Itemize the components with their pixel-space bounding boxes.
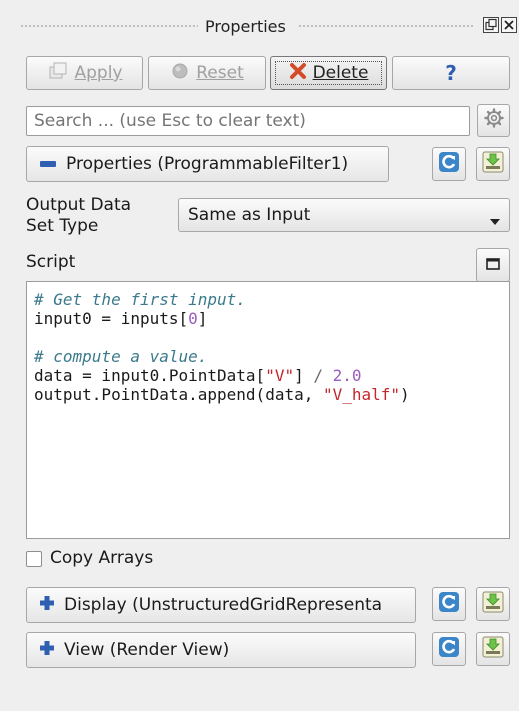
properties-save-defaults-button[interactable] xyxy=(476,147,510,181)
chevron-down-icon xyxy=(490,211,500,231)
minus-icon xyxy=(39,154,57,174)
script-token: output.PointData.append(data, xyxy=(34,385,323,404)
maximize-icon xyxy=(486,255,500,275)
download-icon xyxy=(482,591,504,618)
copy-arrays-label: Copy Arrays xyxy=(50,548,154,568)
panel-titlebar[interactable]: Properties xyxy=(0,0,519,44)
title-grip-left xyxy=(20,24,198,28)
reset-icon xyxy=(170,61,190,86)
search-input[interactable] xyxy=(26,106,470,136)
script-token xyxy=(323,366,333,385)
properties-section-toggle[interactable]: Properties (ProgrammableFilter1) xyxy=(26,146,389,182)
apply-label: Apply xyxy=(74,63,123,83)
plus-icon xyxy=(39,640,55,661)
script-line: # Get the first input. xyxy=(34,290,509,309)
display-restore-defaults-button[interactable] xyxy=(432,587,466,621)
float-panel-icon[interactable] xyxy=(483,17,499,33)
title-grip-right xyxy=(298,24,474,28)
output-data-set-type-select[interactable]: Same as Input xyxy=(178,198,510,232)
reset-label: Reset xyxy=(196,63,244,83)
reload-icon xyxy=(438,636,460,663)
script-line: data = input0.PointData["V"] / 2.0 xyxy=(34,366,509,385)
view-restore-defaults-button[interactable] xyxy=(432,632,466,666)
delete-button[interactable]: Delete xyxy=(270,56,387,90)
script-editor[interactable]: # Get the first input. input0 = inputs[0]… xyxy=(26,281,510,539)
script-label: Script xyxy=(26,252,76,272)
view-section-toggle[interactable]: View (Render View) xyxy=(26,632,416,668)
copy-arrays-checkbox[interactable] xyxy=(26,551,42,567)
script-token: # Get the first input. xyxy=(34,290,246,309)
delete-label: Delete xyxy=(312,63,369,83)
gear-icon xyxy=(483,107,505,134)
apply-button[interactable]: Apply xyxy=(26,56,143,90)
script-line: input0 = inputs[0] xyxy=(34,309,509,328)
close-panel-icon[interactable] xyxy=(501,17,517,33)
download-icon xyxy=(482,636,504,663)
script-maximize-button[interactable] xyxy=(476,248,510,282)
help-question-icon: ? xyxy=(445,61,457,85)
display-save-defaults-button[interactable] xyxy=(476,587,510,621)
delete-x-icon xyxy=(289,62,307,85)
display-section-label: Display (UnstructuredGridRepresenta xyxy=(64,595,383,615)
reload-icon xyxy=(438,591,460,618)
script-token: "V_half" xyxy=(322,385,401,404)
script-line: output.PointData.append(data, "V_half") xyxy=(34,385,509,404)
script-token: 2.0 xyxy=(332,366,362,385)
script-line: # compute a value. xyxy=(34,347,509,366)
script-token: ) xyxy=(400,385,410,404)
script-token: ] xyxy=(197,309,208,328)
script-token: # compute a value. xyxy=(34,347,208,366)
script-token: "V" xyxy=(265,366,295,385)
advanced-settings-button[interactable] xyxy=(477,104,510,137)
help-button[interactable]: ? xyxy=(392,56,510,90)
properties-section-label: Properties (ProgrammableFilter1) xyxy=(66,154,349,174)
output-data-set-type-label: Output Data Set Type xyxy=(26,195,132,236)
view-section-label: View (Render View) xyxy=(64,640,230,660)
view-save-defaults-button[interactable] xyxy=(476,632,510,666)
script-token: input0 = inputs[ xyxy=(34,309,189,328)
script-token: data = input0.PointData[ xyxy=(34,366,266,385)
script-token: ] xyxy=(294,366,314,385)
reset-button[interactable]: Reset xyxy=(148,56,266,90)
reload-icon xyxy=(438,151,460,178)
script-token: 0 xyxy=(188,309,198,328)
script-token: / xyxy=(313,366,323,385)
output-data-set-type-value: Same as Input xyxy=(188,205,311,225)
display-section-toggle[interactable]: Display (UnstructuredGridRepresenta xyxy=(26,587,416,623)
script-line xyxy=(34,328,509,347)
download-icon xyxy=(482,151,504,178)
apply-icon xyxy=(47,61,69,86)
properties-restore-defaults-button[interactable] xyxy=(432,147,466,181)
plus-icon xyxy=(39,595,55,616)
panel-title: Properties xyxy=(205,17,286,36)
